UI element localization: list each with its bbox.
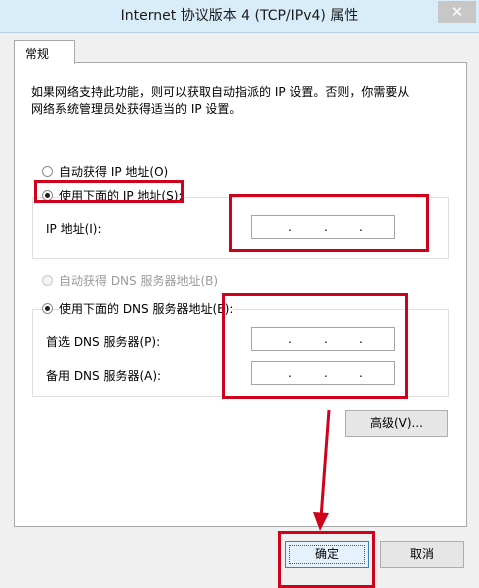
annotation-arrow	[313, 409, 331, 531]
tab-general[interactable]: 常规	[14, 40, 75, 64]
tab-general-label: 常规	[25, 47, 50, 61]
